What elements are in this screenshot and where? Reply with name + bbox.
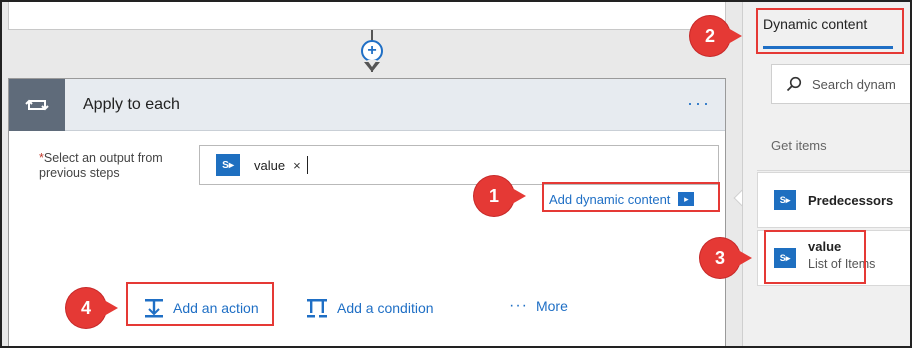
dynamic-item-title: value bbox=[808, 239, 842, 254]
card-actions: Add an action Add a condition ··· More bbox=[129, 289, 709, 329]
group-divider bbox=[757, 170, 910, 171]
callout-4-icon: 4 bbox=[66, 288, 118, 328]
sharepoint-icon-letter: S bbox=[779, 253, 786, 263]
search-placeholder: Search dynam bbox=[812, 76, 896, 92]
connector-arrow-icon bbox=[364, 60, 380, 72]
card-menu-button[interactable]: ··· bbox=[687, 93, 711, 114]
dynamic-item-subtitle: List of Items bbox=[808, 257, 876, 271]
dynamic-content-panel: Dynamic content Search dynam Get items S… bbox=[742, 2, 910, 346]
card-header[interactable]: Apply to each ··· bbox=[9, 79, 725, 131]
callout-2-icon: 2 bbox=[690, 16, 742, 56]
more-button[interactable]: ··· More bbox=[509, 297, 568, 315]
flow-canvas: + Apply to each ··· *Select an output fr… bbox=[2, 2, 742, 346]
sharepoint-icon-letter: S bbox=[779, 195, 786, 205]
more-dots-icon: ··· bbox=[509, 297, 528, 314]
token-label: value bbox=[254, 157, 286, 173]
sharepoint-icon: S ▸ bbox=[774, 248, 796, 268]
add-condition-icon bbox=[307, 299, 327, 318]
add-action-icon bbox=[145, 299, 163, 318]
output-field-label-text: Select an output from previous steps bbox=[39, 151, 163, 180]
add-dynamic-content-label: Add dynamic content bbox=[549, 191, 671, 207]
add-dynamic-content-icon: ▸ bbox=[678, 192, 695, 206]
insert-step-plus-icon[interactable]: + bbox=[361, 40, 383, 62]
active-tab-indicator bbox=[763, 46, 893, 49]
more-label: More bbox=[535, 298, 568, 314]
dynamic-item-value[interactable]: S ▸ value List of Items bbox=[757, 230, 910, 286]
callout-3-icon: 3 bbox=[700, 238, 752, 278]
add-condition-button[interactable]: Add a condition bbox=[305, 297, 434, 319]
previous-step-card[interactable] bbox=[8, 2, 726, 30]
sharepoint-icon-letter: S bbox=[222, 159, 229, 171]
callout-1-icon: 1 bbox=[474, 176, 526, 216]
dynamic-item-title: Predecessors bbox=[808, 193, 894, 208]
sharepoint-icon: S ▸ bbox=[216, 154, 240, 176]
tab-dynamic-content[interactable]: Dynamic content bbox=[763, 16, 867, 32]
window: + Apply to each ··· *Select an output fr… bbox=[0, 0, 912, 348]
add-dynamic-content-link[interactable]: Add dynamic content ▸ bbox=[549, 187, 695, 211]
value-token[interactable]: S ▸ value × bbox=[216, 154, 308, 176]
add-action-label: Add an action bbox=[173, 300, 259, 316]
add-action-button[interactable]: Add an action bbox=[143, 297, 259, 319]
dynamic-search-input[interactable]: Search dynam bbox=[771, 64, 910, 104]
dynamic-item-predecessors[interactable]: S ▸ Predecessors bbox=[757, 172, 910, 228]
loop-icon bbox=[9, 79, 65, 131]
output-field-label: *Select an output from previous steps bbox=[39, 151, 189, 181]
output-input[interactable]: S ▸ value × bbox=[199, 145, 719, 185]
add-condition-label: Add a condition bbox=[337, 300, 434, 316]
search-icon bbox=[786, 76, 802, 92]
card-title: Apply to each bbox=[83, 96, 180, 113]
text-caret bbox=[306, 156, 308, 174]
token-remove-icon[interactable]: × bbox=[293, 158, 301, 173]
group-get-items: Get items bbox=[771, 138, 827, 153]
sharepoint-icon: S ▸ bbox=[774, 190, 796, 210]
